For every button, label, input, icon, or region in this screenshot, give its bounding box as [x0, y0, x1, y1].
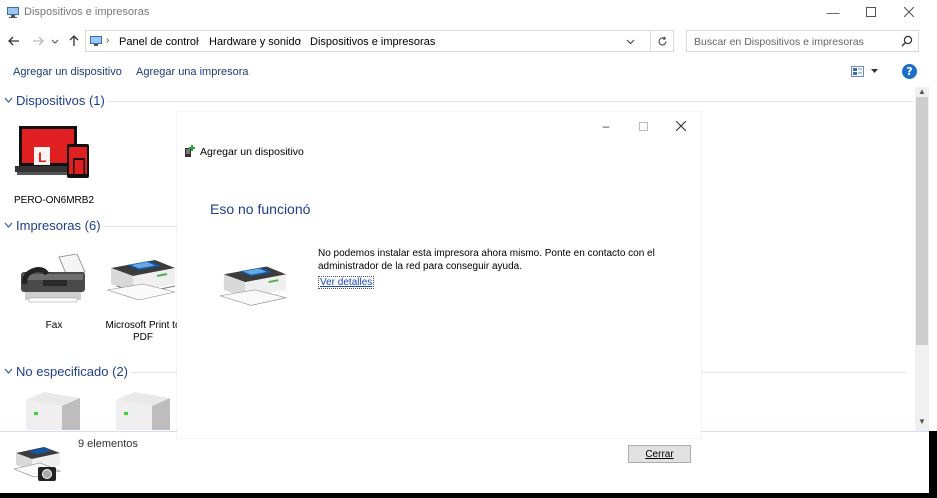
- dialog-message: No podemos instalar esta impresora ahora…: [318, 248, 655, 272]
- search-input[interactable]: Buscar en Dispositivos e impresoras: [686, 30, 919, 52]
- arrow-left-icon: [8, 36, 19, 46]
- add-device-dialog: – Agregar un dispositivo Eso no funcionó…: [177, 112, 701, 438]
- collapse-devices-icon[interactable]: [4, 97, 13, 104]
- help-icon[interactable]: ?: [902, 64, 917, 79]
- collapse-unspecified-icon[interactable]: [4, 368, 13, 375]
- breadcrumb-devices-printers[interactable]: Dispositivos e impresoras: [310, 36, 435, 48]
- window-edge: [929, 431, 937, 498]
- devices-printers-icon: [14, 447, 62, 481]
- recent-locations-button[interactable]: [49, 31, 61, 51]
- close-icon: [904, 7, 914, 17]
- printers-group-header[interactable]: Impresoras (6): [16, 218, 101, 233]
- printer-tile-fax[interactable]: Fax: [12, 250, 96, 335]
- address-bar[interactable]: › Panel de control › Hardware y sonido ›…: [85, 30, 651, 52]
- group-divider: [131, 372, 182, 373]
- breadcrumb-separator: ›: [196, 35, 200, 46]
- group-divider: [108, 101, 913, 102]
- change-view-icon[interactable]: [851, 66, 864, 77]
- fax-icon: [21, 254, 86, 303]
- close-dialog-button[interactable]: Cerrar: [628, 445, 691, 463]
- dialog-header: Agregar un dispositivo: [200, 146, 304, 158]
- title-bar: Dispositivos e impresoras —: [0, 0, 937, 24]
- refresh-button[interactable]: [651, 30, 674, 52]
- collapse-printers-icon[interactable]: [4, 222, 13, 229]
- devices-group-header[interactable]: Dispositivos (1): [16, 93, 105, 108]
- breadcrumb-control-panel[interactable]: Panel de control: [119, 36, 199, 48]
- dialog-close-button[interactable]: [666, 118, 696, 134]
- dialog-title: Eso no funcionó: [210, 201, 311, 217]
- arrow-up-icon: [69, 35, 79, 46]
- server-device-icon: [116, 392, 170, 430]
- unspecified-device-tile[interactable]: [112, 390, 172, 430]
- search-placeholder: Buscar en Dispositivos e impresoras: [694, 36, 864, 48]
- printer-icon: [219, 266, 287, 306]
- search-icon[interactable]: [900, 34, 914, 48]
- dialog-minimize-button[interactable]: –: [591, 118, 621, 134]
- breadcrumb-hardware-sound[interactable]: Hardware y sonido: [209, 36, 301, 48]
- control-panel-icon: [7, 7, 19, 18]
- minimize-icon: –: [602, 119, 610, 133]
- unspecified-device-tile[interactable]: [22, 390, 82, 430]
- back-button[interactable]: [5, 31, 23, 51]
- close-dialog-button-label: Cerrar: [645, 448, 674, 460]
- view-details-link[interactable]: Ver detalles: [318, 276, 375, 289]
- close-window-button[interactable]: [887, 0, 931, 24]
- arrow-right-icon: [33, 36, 44, 46]
- dialog-maximize-button: [628, 118, 658, 134]
- printer-icon: [106, 260, 176, 301]
- chevron-down-icon: [51, 39, 59, 44]
- device-label: PERO-ON6MRB2: [13, 195, 94, 206]
- group-divider: [701, 372, 907, 373]
- window-edge: [0, 493, 937, 498]
- computer-device-icon: L: [15, 126, 89, 178]
- vertical-scrollbar[interactable]: ▲ ▼: [915, 87, 929, 431]
- add-device-icon: [185, 145, 195, 157]
- minimize-icon: —: [826, 4, 840, 20]
- up-button[interactable]: [65, 31, 83, 51]
- forward-button[interactable]: [29, 31, 47, 51]
- scroll-down-icon[interactable]: ▼: [915, 417, 929, 429]
- device-tile-pc[interactable]: L PERO-ON6MRB2: [12, 122, 96, 212]
- group-divider: [102, 226, 182, 227]
- scroll-up-icon[interactable]: ▲: [915, 87, 929, 97]
- svg-text:L: L: [38, 149, 47, 165]
- maximize-icon: [866, 7, 876, 17]
- printer-tile-pdf[interactable]: Microsoft Print to PDF: [100, 250, 186, 345]
- printer-label-fax: Fax: [45, 320, 63, 331]
- view-options-dropdown-icon[interactable]: [871, 69, 878, 74]
- add-printer-command[interactable]: Agregar una impresora: [136, 66, 249, 78]
- printer-label-pdf: Microsoft Print to PDF: [105, 320, 181, 343]
- server-device-icon: [26, 392, 80, 430]
- unspecified-group-header[interactable]: No especificado (2): [16, 364, 128, 379]
- refresh-icon: [657, 36, 667, 45]
- details-pane: 9 elementos: [0, 431, 937, 493]
- add-device-command[interactable]: Agregar un dispositivo: [13, 66, 122, 78]
- scroll-thumb[interactable]: [916, 97, 928, 345]
- window-title: Dispositivos e impresoras: [24, 6, 150, 18]
- control-panel-icon: [90, 36, 102, 46]
- chevron-down-icon[interactable]: [626, 39, 635, 45]
- item-count: 9 elementos: [78, 438, 138, 450]
- breadcrumb-separator: ›: [106, 35, 110, 46]
- breadcrumb-separator: ›: [298, 35, 302, 46]
- maximize-icon: [638, 121, 648, 131]
- close-icon: [676, 121, 686, 131]
